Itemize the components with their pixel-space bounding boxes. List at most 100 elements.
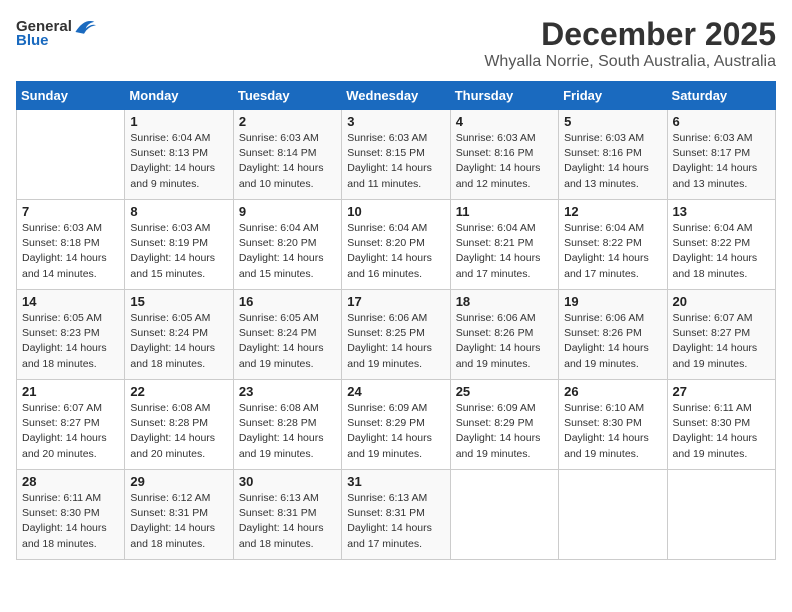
day-number: 28	[22, 474, 119, 489]
calendar-cell: 12Sunrise: 6:04 AM Sunset: 8:22 PM Dayli…	[559, 200, 667, 290]
calendar-cell: 21Sunrise: 6:07 AM Sunset: 8:27 PM Dayli…	[17, 380, 125, 470]
day-details: Sunrise: 6:10 AM Sunset: 8:30 PM Dayligh…	[564, 401, 661, 462]
day-number: 11	[456, 204, 553, 219]
calendar-cell: 23Sunrise: 6:08 AM Sunset: 8:28 PM Dayli…	[233, 380, 341, 470]
calendar-week-2: 7 Sunrise: 6:03 AM Sunset: 8:18 PM Daylig…	[17, 200, 776, 290]
calendar-cell: 2 Sunrise: 6:03 AM Sunset: 8:14 PM Daylig…	[233, 110, 341, 200]
logo-wing-icon	[72, 16, 96, 36]
day-number: 20	[673, 294, 770, 309]
calendar-cell: 16 Sunrise: 6:05 AM Sunset: 8:24 PM Dayli…	[233, 290, 341, 380]
calendar-week-5: 28 Sunrise: 6:11 AM Sunset: 8:30 PM Dayli…	[17, 470, 776, 560]
calendar-cell: 3 Sunrise: 6:03 AM Sunset: 8:15 PM Daylig…	[342, 110, 450, 200]
day-details: Sunrise: 6:03 AM Sunset: 8:16 PM Dayligh…	[456, 131, 553, 192]
day-number: 31	[347, 474, 444, 489]
day-number: 19	[564, 294, 661, 309]
calendar-cell	[667, 470, 775, 560]
day-number: 18	[456, 294, 553, 309]
calendar-cell: 20 Sunrise: 6:07 AM Sunset: 8:27 PM Dayli…	[667, 290, 775, 380]
col-header-wednesday: Wednesday	[342, 82, 450, 110]
calendar-cell: 18Sunrise: 6:06 AM Sunset: 8:26 PM Dayli…	[450, 290, 558, 380]
day-details: Sunrise: 6:03 AM Sunset: 8:15 PM Dayligh…	[347, 131, 444, 192]
location-subtitle: Whyalla Norrie, South Australia, Austral…	[484, 53, 776, 71]
calendar-cell: 10Sunrise: 6:04 AM Sunset: 8:20 PM Dayli…	[342, 200, 450, 290]
logo: General Blue	[16, 16, 96, 49]
col-header-friday: Friday	[559, 82, 667, 110]
day-number: 14	[22, 294, 119, 309]
calendar-cell: 31 Sunrise: 6:13 AM Sunset: 8:31 PM Dayli…	[342, 470, 450, 560]
calendar-cell: 4 Sunrise: 6:03 AM Sunset: 8:16 PM Daylig…	[450, 110, 558, 200]
page-header: General Blue December 2025 Whyalla Norri…	[16, 16, 776, 71]
calendar-cell: 26 Sunrise: 6:10 AM Sunset: 8:30 PM Dayli…	[559, 380, 667, 470]
day-number: 15	[130, 294, 227, 309]
day-number: 29	[130, 474, 227, 489]
day-number: 5	[564, 114, 661, 129]
calendar-header-row: SundayMondayTuesdayWednesdayThursdayFrid…	[17, 82, 776, 110]
day-number: 16	[239, 294, 336, 309]
day-number: 30	[239, 474, 336, 489]
calendar-body: 1 Sunrise: 6:04 AM Sunset: 8:13 PM Daylig…	[17, 110, 776, 560]
day-details: Sunrise: 6:11 AM Sunset: 8:30 PM Dayligh…	[673, 401, 770, 462]
day-number: 2	[239, 114, 336, 129]
day-number: 1	[130, 114, 227, 129]
day-details: Sunrise: 6:05 AM Sunset: 8:23 PM Dayligh…	[22, 311, 119, 372]
calendar-cell	[559, 470, 667, 560]
calendar-cell: 17 Sunrise: 6:06 AM Sunset: 8:25 PM Dayli…	[342, 290, 450, 380]
calendar-cell	[17, 110, 125, 200]
day-number: 23	[239, 384, 336, 399]
calendar-cell: 28 Sunrise: 6:11 AM Sunset: 8:30 PM Dayli…	[17, 470, 125, 560]
day-details: Sunrise: 6:03 AM Sunset: 8:16 PM Dayligh…	[564, 131, 661, 192]
calendar-cell: 24Sunrise: 6:09 AM Sunset: 8:29 PM Dayli…	[342, 380, 450, 470]
logo-blue: Blue	[16, 32, 49, 49]
col-header-saturday: Saturday	[667, 82, 775, 110]
day-details: Sunrise: 6:04 AM Sunset: 8:21 PM Dayligh…	[456, 221, 553, 282]
day-details: Sunrise: 6:03 AM Sunset: 8:18 PM Dayligh…	[22, 221, 119, 282]
day-details: Sunrise: 6:03 AM Sunset: 8:19 PM Dayligh…	[130, 221, 227, 282]
calendar-cell: 8 Sunrise: 6:03 AM Sunset: 8:19 PM Daylig…	[125, 200, 233, 290]
calendar-cell: 19 Sunrise: 6:06 AM Sunset: 8:26 PM Dayli…	[559, 290, 667, 380]
day-details: Sunrise: 6:13 AM Sunset: 8:31 PM Dayligh…	[347, 491, 444, 552]
day-number: 17	[347, 294, 444, 309]
day-number: 6	[673, 114, 770, 129]
day-number: 3	[347, 114, 444, 129]
col-header-thursday: Thursday	[450, 82, 558, 110]
day-details: Sunrise: 6:06 AM Sunset: 8:25 PM Dayligh…	[347, 311, 444, 372]
day-details: Sunrise: 6:09 AM Sunset: 8:29 PM Dayligh…	[456, 401, 553, 462]
day-number: 13	[673, 204, 770, 219]
calendar-cell: 22 Sunrise: 6:08 AM Sunset: 8:28 PM Dayli…	[125, 380, 233, 470]
calendar-cell	[450, 470, 558, 560]
day-details: Sunrise: 6:04 AM Sunset: 8:22 PM Dayligh…	[673, 221, 770, 282]
day-number: 8	[130, 204, 227, 219]
calendar-cell: 29 Sunrise: 6:12 AM Sunset: 8:31 PM Dayli…	[125, 470, 233, 560]
calendar-week-3: 14 Sunrise: 6:05 AM Sunset: 8:23 PM Dayli…	[17, 290, 776, 380]
day-details: Sunrise: 6:08 AM Sunset: 8:28 PM Dayligh…	[130, 401, 227, 462]
day-details: Sunrise: 6:04 AM Sunset: 8:13 PM Dayligh…	[130, 131, 227, 192]
day-number: 22	[130, 384, 227, 399]
calendar-cell: 13 Sunrise: 6:04 AM Sunset: 8:22 PM Dayli…	[667, 200, 775, 290]
col-header-tuesday: Tuesday	[233, 82, 341, 110]
month-year-title: December 2025	[484, 16, 776, 53]
day-number: 12	[564, 204, 661, 219]
day-number: 4	[456, 114, 553, 129]
day-number: 10	[347, 204, 444, 219]
day-details: Sunrise: 6:09 AM Sunset: 8:29 PM Dayligh…	[347, 401, 444, 462]
calendar-cell: 7 Sunrise: 6:03 AM Sunset: 8:18 PM Daylig…	[17, 200, 125, 290]
day-details: Sunrise: 6:06 AM Sunset: 8:26 PM Dayligh…	[564, 311, 661, 372]
day-details: Sunrise: 6:03 AM Sunset: 8:14 PM Dayligh…	[239, 131, 336, 192]
calendar-table: SundayMondayTuesdayWednesdayThursdayFrid…	[16, 81, 776, 560]
day-number: 7	[22, 204, 119, 219]
day-number: 27	[673, 384, 770, 399]
day-details: Sunrise: 6:04 AM Sunset: 8:20 PM Dayligh…	[239, 221, 336, 282]
calendar-week-1: 1 Sunrise: 6:04 AM Sunset: 8:13 PM Daylig…	[17, 110, 776, 200]
day-number: 26	[564, 384, 661, 399]
day-details: Sunrise: 6:05 AM Sunset: 8:24 PM Dayligh…	[239, 311, 336, 372]
day-details: Sunrise: 6:05 AM Sunset: 8:24 PM Dayligh…	[130, 311, 227, 372]
day-details: Sunrise: 6:12 AM Sunset: 8:31 PM Dayligh…	[130, 491, 227, 552]
day-number: 21	[22, 384, 119, 399]
day-details: Sunrise: 6:07 AM Sunset: 8:27 PM Dayligh…	[673, 311, 770, 372]
calendar-cell: 9Sunrise: 6:04 AM Sunset: 8:20 PM Daylig…	[233, 200, 341, 290]
day-details: Sunrise: 6:11 AM Sunset: 8:30 PM Dayligh…	[22, 491, 119, 552]
day-number: 25	[456, 384, 553, 399]
calendar-cell: 11 Sunrise: 6:04 AM Sunset: 8:21 PM Dayli…	[450, 200, 558, 290]
calendar-cell: 30Sunrise: 6:13 AM Sunset: 8:31 PM Dayli…	[233, 470, 341, 560]
col-header-sunday: Sunday	[17, 82, 125, 110]
